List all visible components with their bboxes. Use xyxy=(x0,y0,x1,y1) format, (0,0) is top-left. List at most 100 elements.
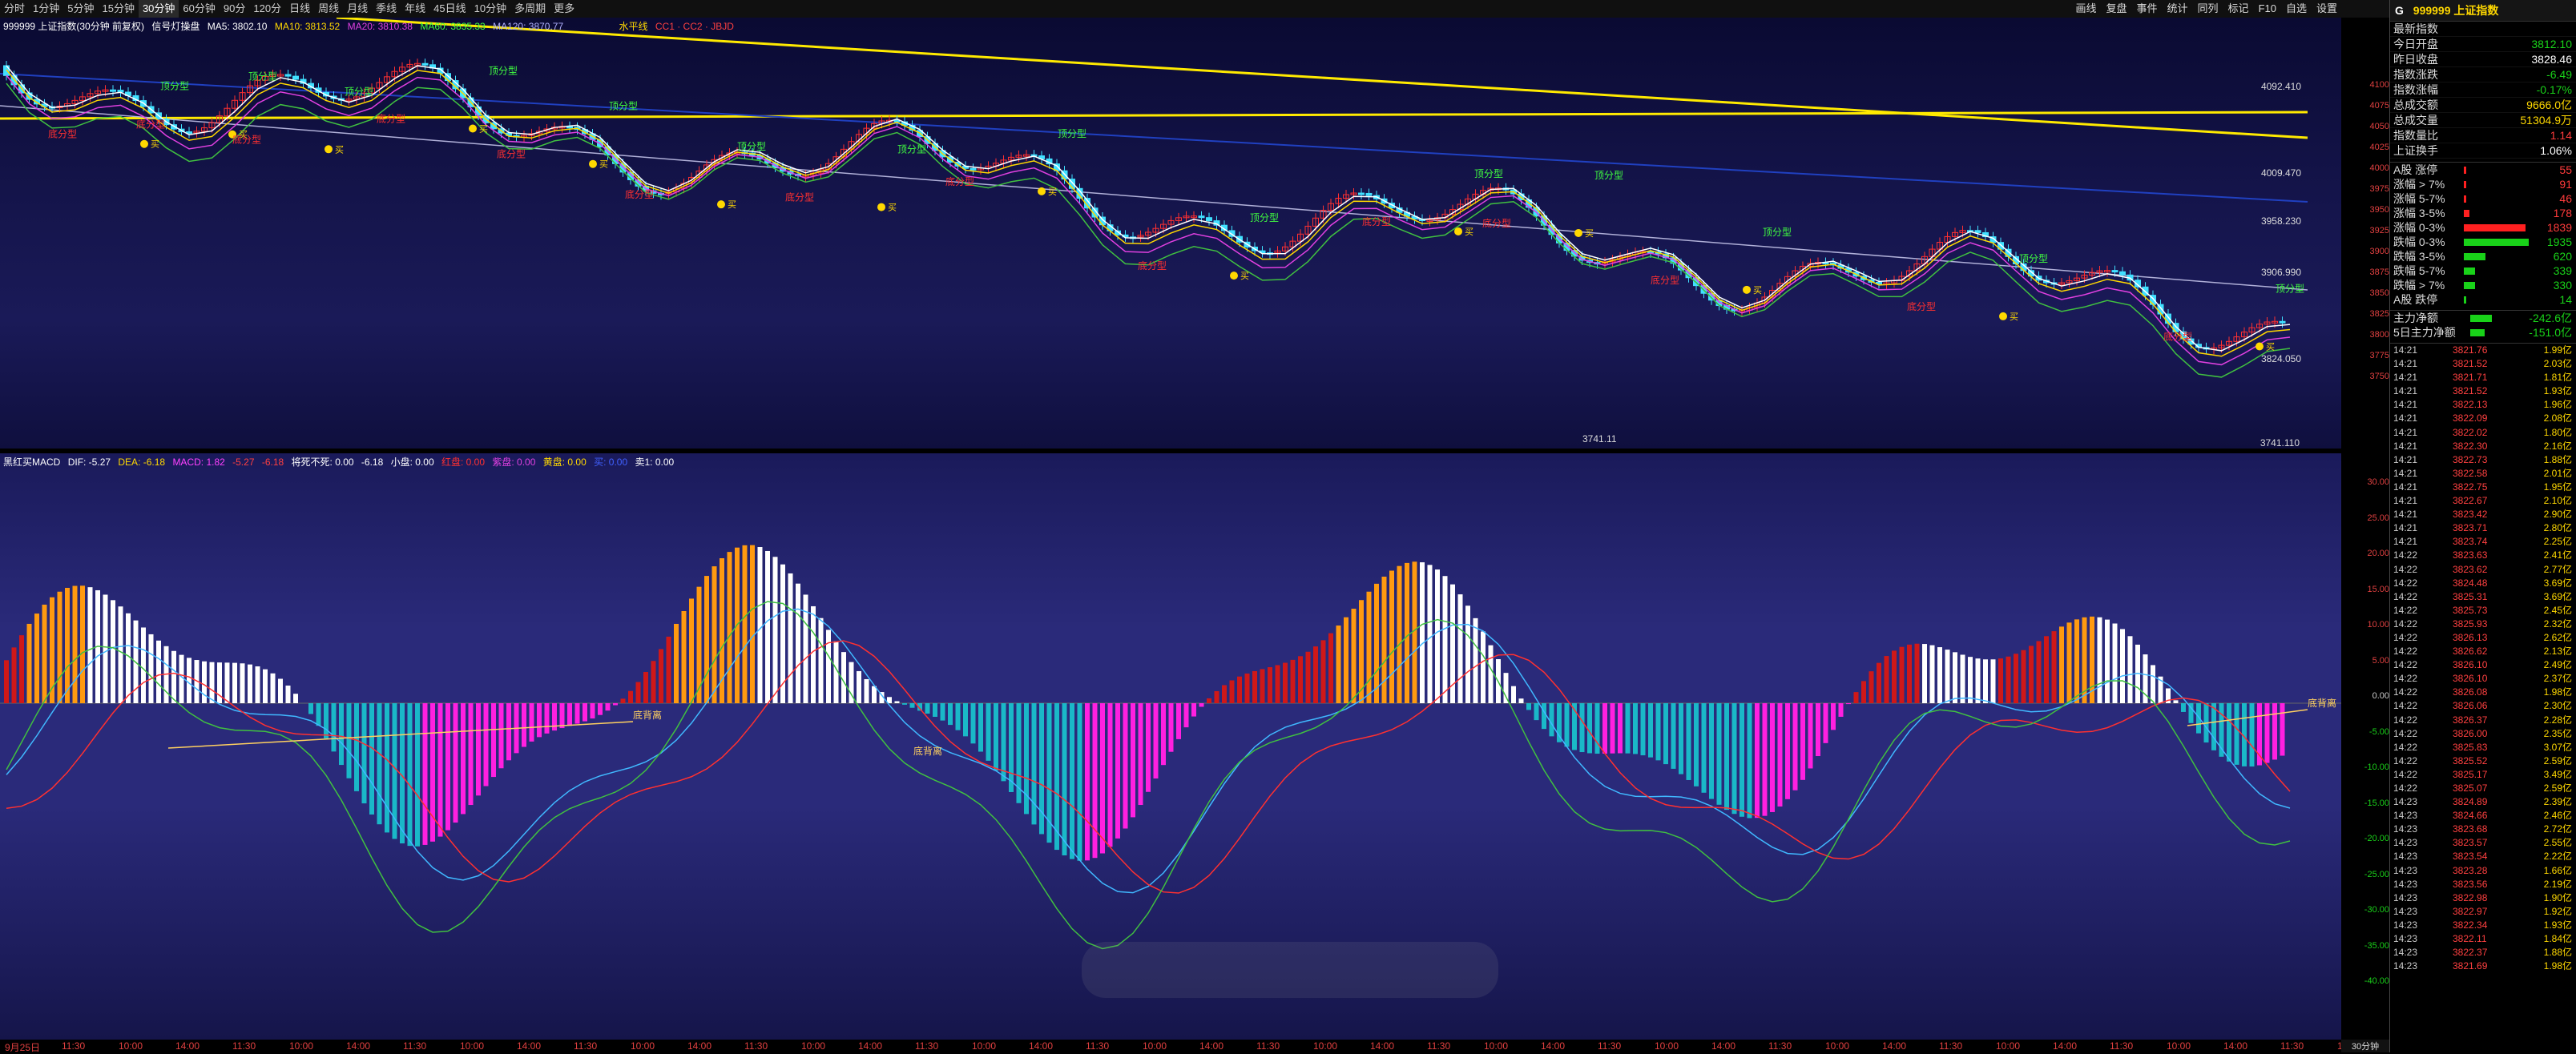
macd-chart[interactable]: 底背离底背离底背离 xyxy=(0,453,2341,1040)
tick-row: 14:213822.672.10亿 xyxy=(2390,494,2576,508)
tick-price: 3821.69 xyxy=(2453,959,2487,973)
period-tab[interactable]: 90分 xyxy=(220,0,249,18)
tick-row: 14:213822.731.88亿 xyxy=(2390,453,2576,467)
tick-time: 14:21 xyxy=(2393,412,2417,425)
toolbar-item[interactable]: 复盘 xyxy=(2101,0,2131,18)
macd-bar xyxy=(499,703,504,768)
macd-bar xyxy=(978,703,983,752)
period-tab[interactable]: 45日线 xyxy=(429,0,470,18)
quote-title[interactable]: G 999999 上证指数 xyxy=(2390,0,2576,22)
period-tab[interactable]: 更多 xyxy=(550,0,578,18)
period-tab[interactable]: 年线 xyxy=(401,0,429,18)
tick-time: 14:23 xyxy=(2393,946,2417,959)
period-tab[interactable]: 120分 xyxy=(249,0,285,18)
descending-trendline[interactable] xyxy=(337,18,2308,138)
macd-bar xyxy=(1998,658,2003,703)
macd-bar xyxy=(1565,703,1570,746)
tick-price: 3823.54 xyxy=(2453,850,2487,863)
bottom-signal-label: 底分型 xyxy=(1907,300,1936,312)
period-tab[interactable]: 周线 xyxy=(314,0,343,18)
capital-row: 主力净额-242.6亿 xyxy=(2390,311,2576,325)
tick-price: 3825.07 xyxy=(2453,782,2487,795)
breadth-bar xyxy=(2464,224,2526,231)
macd-bar xyxy=(621,698,626,703)
tick-amount: 2.39亿 xyxy=(2544,795,2572,809)
period-tab[interactable]: 10分钟 xyxy=(470,0,510,18)
capital-label: 主力净额 xyxy=(2393,312,2438,324)
tick-price: 3825.52 xyxy=(2453,754,2487,768)
sub-legend-ext: 将死不死: 0.00 xyxy=(292,457,354,468)
macd-bar xyxy=(971,703,976,743)
toolbar-item[interactable]: 自选 xyxy=(2281,0,2312,18)
period-tab[interactable]: 30分钟 xyxy=(139,0,179,18)
tick-price: 3824.48 xyxy=(2453,577,2487,590)
macd-bar xyxy=(1413,561,1417,703)
period-tab[interactable]: 月线 xyxy=(343,0,372,18)
tick-row: 14:223826.081.98亿 xyxy=(2390,686,2576,699)
tick-price: 3825.17 xyxy=(2453,768,2487,782)
tick-amount: 3.49亿 xyxy=(2544,768,2572,782)
top-signal-label: 顶分型 xyxy=(609,101,638,112)
quote-label: 指数量比 xyxy=(2393,129,2438,142)
toolbar-item[interactable]: F10 xyxy=(2254,0,2281,18)
macd-bar xyxy=(1070,703,1074,859)
tick-row: 14:213822.092.08亿 xyxy=(2390,412,2576,425)
legend-ma60: MA60: 3835.33 xyxy=(420,21,485,32)
tick-amount: 2.45亿 xyxy=(2544,604,2572,618)
macd-bar xyxy=(88,587,93,703)
toolbar-item[interactable]: 设置 xyxy=(2312,0,2342,18)
macd-bar xyxy=(1526,703,1531,710)
date-tick: 14:00 xyxy=(1541,1040,1565,1052)
tick-row: 14:233822.981.90亿 xyxy=(2390,891,2576,905)
period-tab[interactable]: 分时 xyxy=(0,0,29,18)
macd-bar xyxy=(1435,569,1440,703)
macd-tick: 15.00 xyxy=(2367,585,2389,594)
macd-bar xyxy=(42,605,47,703)
toolbar-item[interactable]: 统计 xyxy=(2163,0,2193,18)
macd-bar xyxy=(606,703,611,710)
period-indicator[interactable]: 30分钟 xyxy=(2341,1040,2389,1052)
macd-bar xyxy=(278,679,283,703)
breadth-value: 14 xyxy=(2559,292,2572,307)
period-tab[interactable]: 季线 xyxy=(372,0,401,18)
macd-bar xyxy=(65,588,70,703)
macd-bar xyxy=(2074,619,2079,703)
macd-bar xyxy=(1420,562,1425,703)
period-tab[interactable]: 15分钟 xyxy=(98,0,138,18)
date-tick: 10:00 xyxy=(801,1040,825,1052)
period-tab[interactable]: 5分钟 xyxy=(63,0,98,18)
period-tab[interactable]: 60分钟 xyxy=(179,0,219,18)
macd-bar xyxy=(1032,703,1037,824)
macd-bar xyxy=(119,606,123,703)
toolbar-item[interactable]: 标记 xyxy=(2223,0,2254,18)
period-tab[interactable]: 日线 xyxy=(285,0,314,18)
macd-bar xyxy=(408,703,413,846)
tick-list[interactable]: 14:213821.761.99亿14:213821.522.03亿14:213… xyxy=(2390,344,2576,973)
macd-bar xyxy=(1854,692,1859,703)
breadth-row: A股 涨停55 xyxy=(2390,163,2576,177)
toolbar-item[interactable]: 画线 xyxy=(2070,0,2101,18)
candle-body xyxy=(1366,193,1372,195)
tick-amount: 1.90亿 xyxy=(2544,891,2572,905)
macd-bar xyxy=(1641,703,1646,755)
sub-legend-title[interactable]: 黑红买MACD xyxy=(3,457,60,468)
macd-bar xyxy=(1824,703,1828,743)
macd-bar xyxy=(1367,592,1372,703)
macd-bar xyxy=(73,586,78,703)
period-tab[interactable]: 1分钟 xyxy=(29,0,63,18)
candle-body xyxy=(1975,231,1981,233)
legend-indicator[interactable]: 信号灯操盘 xyxy=(151,21,200,32)
kline-chart[interactable]: 底分型顶分型买底分型顶分型买底分型顶分型买底分型顶分型买底分型顶分型买底分型顶分… xyxy=(0,18,2341,449)
tick-amount: 2.10亿 xyxy=(2544,494,2572,508)
macd-bar xyxy=(2098,618,2102,703)
tick-amount: 2.01亿 xyxy=(2544,467,2572,481)
toolbar-item[interactable]: 同列 xyxy=(2193,0,2223,18)
tick-time: 14:22 xyxy=(2393,590,2417,604)
ma5-line xyxy=(6,66,2290,351)
bottom-signal-label: 底分型 xyxy=(785,191,814,203)
toolbar-item[interactable]: 事件 xyxy=(2132,0,2163,18)
macd-bar xyxy=(1763,703,1768,816)
quote-row: 指数涨幅-0.17% xyxy=(2390,82,2576,98)
period-tab[interactable]: 多周期 xyxy=(510,0,550,18)
tick-price: 3824.89 xyxy=(2453,795,2487,809)
